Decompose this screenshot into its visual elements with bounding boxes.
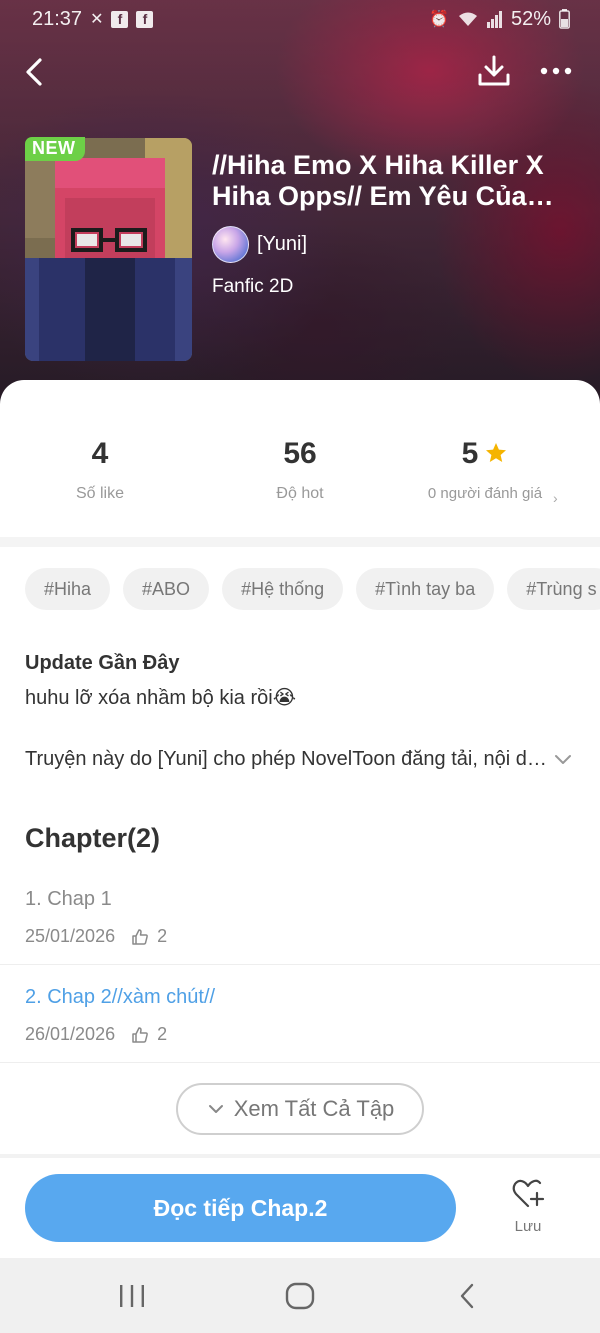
hot-count: 56 xyxy=(283,437,317,470)
download-button[interactable] xyxy=(476,53,512,89)
continue-reading-button[interactable]: Đọc tiếp Chap.2 xyxy=(25,1174,456,1242)
status-left: 21:37 ✕ f f xyxy=(32,7,154,31)
back-button[interactable] xyxy=(18,54,54,90)
tag-chip[interactable]: #ABO xyxy=(123,568,210,610)
status-right: ⏰ 52% xyxy=(429,8,570,31)
save-label: Lưu xyxy=(514,1218,542,1235)
see-all-label: Xem Tất Cả Tập xyxy=(233,1096,395,1121)
battery-percent: 52% xyxy=(510,7,551,30)
genre-label: Fanfic 2D xyxy=(212,276,294,297)
cover-image[interactable] xyxy=(25,138,192,361)
star-icon xyxy=(486,443,507,462)
chapter-meta: 26/01/2026 2 xyxy=(25,1024,167,1045)
tag-list: #Hiha #ABO #Hệ thống #Tình tay ba #Trùng… xyxy=(25,568,600,610)
chapter-title[interactable]: 1. Chap 1 xyxy=(25,888,112,911)
rating-label[interactable]: 0 người đánh giá xyxy=(426,484,544,504)
new-badge: NEW xyxy=(25,137,85,161)
wifi-icon xyxy=(458,12,477,26)
chevron-down-icon[interactable] xyxy=(552,748,574,770)
battery-icon xyxy=(559,9,570,29)
rating-value: 5 xyxy=(461,437,479,470)
back-nav-icon[interactable] xyxy=(453,1281,483,1311)
rating-line[interactable]: 5 xyxy=(385,436,585,472)
status-bar: 21:37 ✕ f f ⏰ 52% xyxy=(0,0,600,38)
thumbs-up-icon xyxy=(132,928,148,945)
chapter-meta: 25/01/2026 2 xyxy=(25,926,167,947)
tag-chip[interactable]: #Tình tay ba xyxy=(356,568,495,610)
story-description[interactable]: Truyện này do [Yuni] cho phép NovelToon … xyxy=(25,748,550,771)
save-button[interactable]: Lưu xyxy=(497,1178,559,1235)
home-icon[interactable] xyxy=(283,1281,317,1311)
chapter-likes: 2 xyxy=(157,1024,168,1044)
chevron-right-icon[interactable]: › xyxy=(553,490,558,506)
cover-illustration xyxy=(25,138,192,361)
missed-call-icon: ✕ xyxy=(90,11,104,28)
alarm-icon: ⏰ xyxy=(429,11,449,28)
hero-header: 21:37 ✕ f f ⏰ 52% NEW //Hiha Emo X Hiha … xyxy=(0,0,600,420)
facebook-icon: f xyxy=(111,10,129,28)
top-bar xyxy=(0,48,600,94)
chapter-title[interactable]: 2. Chap 2//xàm chút// xyxy=(25,986,215,1009)
author-avatar[interactable] xyxy=(212,226,249,263)
hot-label: Độ hot xyxy=(276,485,324,502)
recents-icon[interactable] xyxy=(115,1282,149,1310)
content-sheet: 4 Số like 56 Độ hot 5 0 người đánh giá ›… xyxy=(0,380,600,1260)
chevron-down-icon xyxy=(208,1105,223,1113)
chapter-heading: Chapter(2) xyxy=(25,823,161,853)
tag-chip[interactable]: #Hệ thống xyxy=(222,568,344,610)
system-nav-bar xyxy=(0,1258,600,1333)
chapter-row[interactable]: 1. Chap 1 25/01/2026 2 xyxy=(0,868,600,965)
chapter-date: 26/01/2026 xyxy=(25,1024,116,1044)
stats-row: 4 Số like 56 Độ hot 5 0 người đánh giá › xyxy=(0,380,600,537)
chapter-date: 25/01/2026 xyxy=(25,926,116,946)
author-row[interactable]: [Yuni] xyxy=(212,226,307,263)
stat-likes: 4 Số like xyxy=(0,436,200,504)
more-button[interactable] xyxy=(536,53,576,89)
story-title: //Hiha Emo X Hiha Killer X Hiha Opps// E… xyxy=(212,150,544,211)
chapter-row[interactable]: 2. Chap 2//xàm chút// 26/01/2026 2 xyxy=(0,966,600,1063)
likes-count: 4 xyxy=(91,437,109,470)
facebook-icon: f xyxy=(136,10,154,28)
status-time: 21:37 xyxy=(32,7,83,30)
signal-icon xyxy=(486,11,502,28)
tag-chip[interactable]: #Hiha xyxy=(25,568,111,610)
update-text: huhu lỡ xóa nhầm bộ kia rồi😭 xyxy=(25,687,297,709)
see-all-chapters-button[interactable]: Xem Tất Cả Tập xyxy=(176,1083,424,1135)
bottom-divider xyxy=(0,1154,600,1158)
author-name[interactable]: [Yuni] xyxy=(257,233,307,256)
section-divider xyxy=(0,537,600,547)
thumbs-up-icon xyxy=(132,1026,148,1043)
tag-chip[interactable]: #Trùng s xyxy=(507,568,600,610)
likes-label: Số like xyxy=(75,485,125,502)
chapter-likes: 2 xyxy=(157,926,168,946)
update-heading: Update Gần Đây xyxy=(25,652,180,674)
heart-plus-icon xyxy=(512,1179,545,1208)
stat-hot: 56 Độ hot xyxy=(200,436,400,504)
